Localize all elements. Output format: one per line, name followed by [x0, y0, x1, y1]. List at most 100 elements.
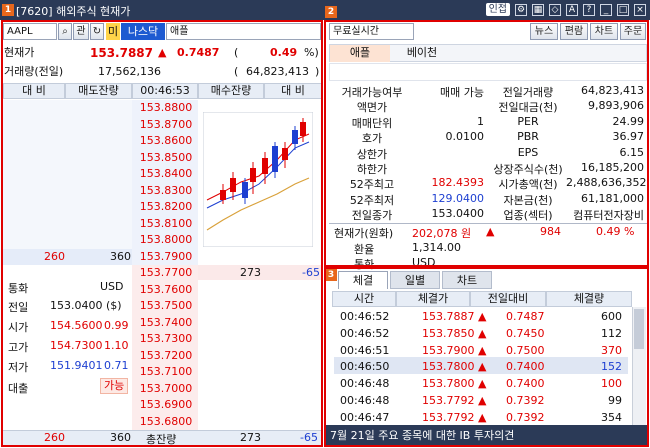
- tab-apple[interactable]: 애플: [330, 45, 390, 62]
- trade-qty: 354: [601, 410, 622, 424]
- bid-price[interactable]: 153.6900: [136, 397, 196, 413]
- up-arrow-icon: ▲: [478, 410, 487, 424]
- total-qty-label: 총잔량: [146, 433, 177, 446]
- exchange-badge[interactable]: 나스닥: [121, 23, 165, 40]
- search-icon[interactable]: ⌕: [58, 23, 72, 40]
- footer-bid-qty: 273: [240, 431, 261, 444]
- info-v2: 16,185,200: [581, 161, 644, 174]
- bid-price[interactable]: 153.7200: [136, 348, 196, 364]
- open-price: 154.5600: [50, 319, 103, 332]
- trade-price: 153.7900: [422, 343, 475, 357]
- ask-price[interactable]: 153.8500: [136, 150, 196, 166]
- col-time[interactable]: 시간: [332, 291, 396, 307]
- pin-icon[interactable]: ◇: [549, 3, 561, 16]
- fx-rate: 1,314.00: [412, 241, 461, 254]
- info-v: 129.0400: [431, 191, 485, 205]
- order-button[interactable]: 주문: [620, 23, 646, 40]
- info-l: 전일종가: [351, 209, 393, 223]
- info-l2: PER: [517, 114, 539, 128]
- realtime-search-input[interactable]: 무료실시간: [329, 23, 414, 40]
- handbook-button[interactable]: 편람: [560, 23, 588, 40]
- ask-price[interactable]: 153.8200: [136, 199, 196, 215]
- trade-row[interactable]: 00:46:47 153.7792 ▲ 0.7392 354: [334, 407, 628, 427]
- info-l2: EPS: [517, 145, 539, 159]
- col-change[interactable]: 전일대비: [470, 291, 546, 307]
- up-arrow-icon: ▲: [158, 46, 167, 59]
- tab-chart[interactable]: 차트: [442, 271, 492, 289]
- pan-button[interactable]: 관: [73, 23, 89, 40]
- help-icon[interactable]: ?: [583, 3, 595, 16]
- info-l2: 자본금(천): [503, 193, 553, 207]
- bid-price[interactable]: 153.7700: [136, 265, 196, 281]
- bid-price[interactable]: 153.7500: [136, 298, 196, 314]
- ask-price[interactable]: 153.7900: [136, 249, 196, 265]
- tab-trades[interactable]: 체결: [338, 271, 388, 289]
- bid-price[interactable]: 153.7100: [136, 364, 196, 380]
- tab-daily[interactable]: 일별: [390, 271, 440, 289]
- trade-qty: 99: [608, 394, 622, 407]
- ask-price[interactable]: 153.8800: [136, 100, 196, 116]
- info-v2: 36.97: [612, 130, 645, 144]
- info-l2: 전일거래량: [502, 86, 554, 99]
- bid-price[interactable]: 153.7300: [136, 331, 196, 347]
- ask-price[interactable]: 153.8300: [136, 183, 196, 199]
- ob-header-ask-qty: 매도잔량: [65, 83, 132, 99]
- info-v2: 9,893,906: [588, 99, 644, 113]
- info-v: 0.0100: [445, 130, 485, 144]
- mini-candle-chart: [203, 112, 313, 247]
- settings-icon[interactable]: ⚙: [515, 3, 527, 16]
- high-price: 154.7300: [50, 339, 103, 352]
- trade-qty: 600: [601, 310, 622, 323]
- grid-icon[interactable]: ▦: [532, 3, 544, 16]
- bid-price[interactable]: 153.7000: [136, 381, 196, 397]
- trade-price: 153.7887: [422, 310, 475, 323]
- bid-price[interactable]: 153.7600: [136, 282, 196, 298]
- bid-price[interactable]: 153.7400: [136, 315, 196, 331]
- change-value: 0.7487: [177, 46, 220, 59]
- col-volume[interactable]: 체결량: [546, 291, 632, 307]
- bid-first-qty: 273: [240, 266, 261, 279]
- chart-button[interactable]: 차트: [590, 23, 618, 40]
- currency-value-right: USD: [412, 256, 436, 269]
- info-l2: 시가총액(천): [498, 178, 558, 192]
- ask-last-diff: 260: [44, 250, 65, 263]
- related-empty-row: [329, 63, 647, 81]
- ask-price[interactable]: 153.8000: [136, 232, 196, 248]
- scroll-thumb[interactable]: [634, 309, 644, 349]
- trade-change: 0.7400: [506, 377, 545, 391]
- ask-price[interactable]: 153.8400: [136, 166, 196, 182]
- symbol-input[interactable]: AAPL: [3, 23, 57, 40]
- minimize-icon[interactable]: _: [600, 3, 612, 16]
- font-size-icon[interactable]: A: [566, 3, 578, 16]
- up-arrow-icon: ▲: [478, 326, 487, 340]
- footer-ask-diff: 260: [44, 431, 65, 444]
- bid-price[interactable]: 153.6800: [136, 414, 196, 430]
- news-ticker[interactable]: 7월 21일 주요 종목에 대한 IB 투자의견: [326, 425, 648, 446]
- trade-time: 00:46:52: [340, 310, 390, 323]
- news-button[interactable]: 뉴스: [530, 23, 558, 40]
- maximize-icon[interactable]: □: [617, 3, 629, 16]
- info-v: 1: [477, 114, 484, 128]
- ask-price[interactable]: 153.8700: [136, 117, 196, 133]
- ask-price[interactable]: 153.8100: [136, 216, 196, 232]
- ask-price[interactable]: 153.8600: [136, 133, 196, 149]
- ask-qty-area: [3, 100, 132, 265]
- info-v: 182.4393: [431, 176, 485, 190]
- info-l2: 상장주식수(천): [493, 163, 563, 176]
- window-toolbar: 인접 ⚙ ▦ ◇ A ? _ □ ×: [485, 3, 646, 16]
- trade-change: 0.7392: [506, 410, 545, 424]
- market-tag: 미: [106, 23, 120, 40]
- info-l: 호가: [361, 132, 383, 146]
- section-tag-3: 3: [325, 269, 337, 281]
- dictionary-button[interactable]: 인접: [485, 3, 510, 16]
- volume: 17,562,136: [98, 65, 161, 78]
- footer-bid-diff: -65: [300, 431, 318, 444]
- col-price[interactable]: 체결가: [396, 291, 470, 307]
- info-l: 액면가: [356, 101, 388, 115]
- currency-label: 통화: [354, 258, 375, 271]
- krw-pct: 0.49 %: [596, 225, 635, 238]
- tab-baichen[interactable]: 베이천: [392, 45, 452, 62]
- close-icon[interactable]: ×: [634, 3, 646, 16]
- refresh-icon[interactable]: ↻: [90, 23, 104, 40]
- trade-qty: 112: [601, 326, 622, 340]
